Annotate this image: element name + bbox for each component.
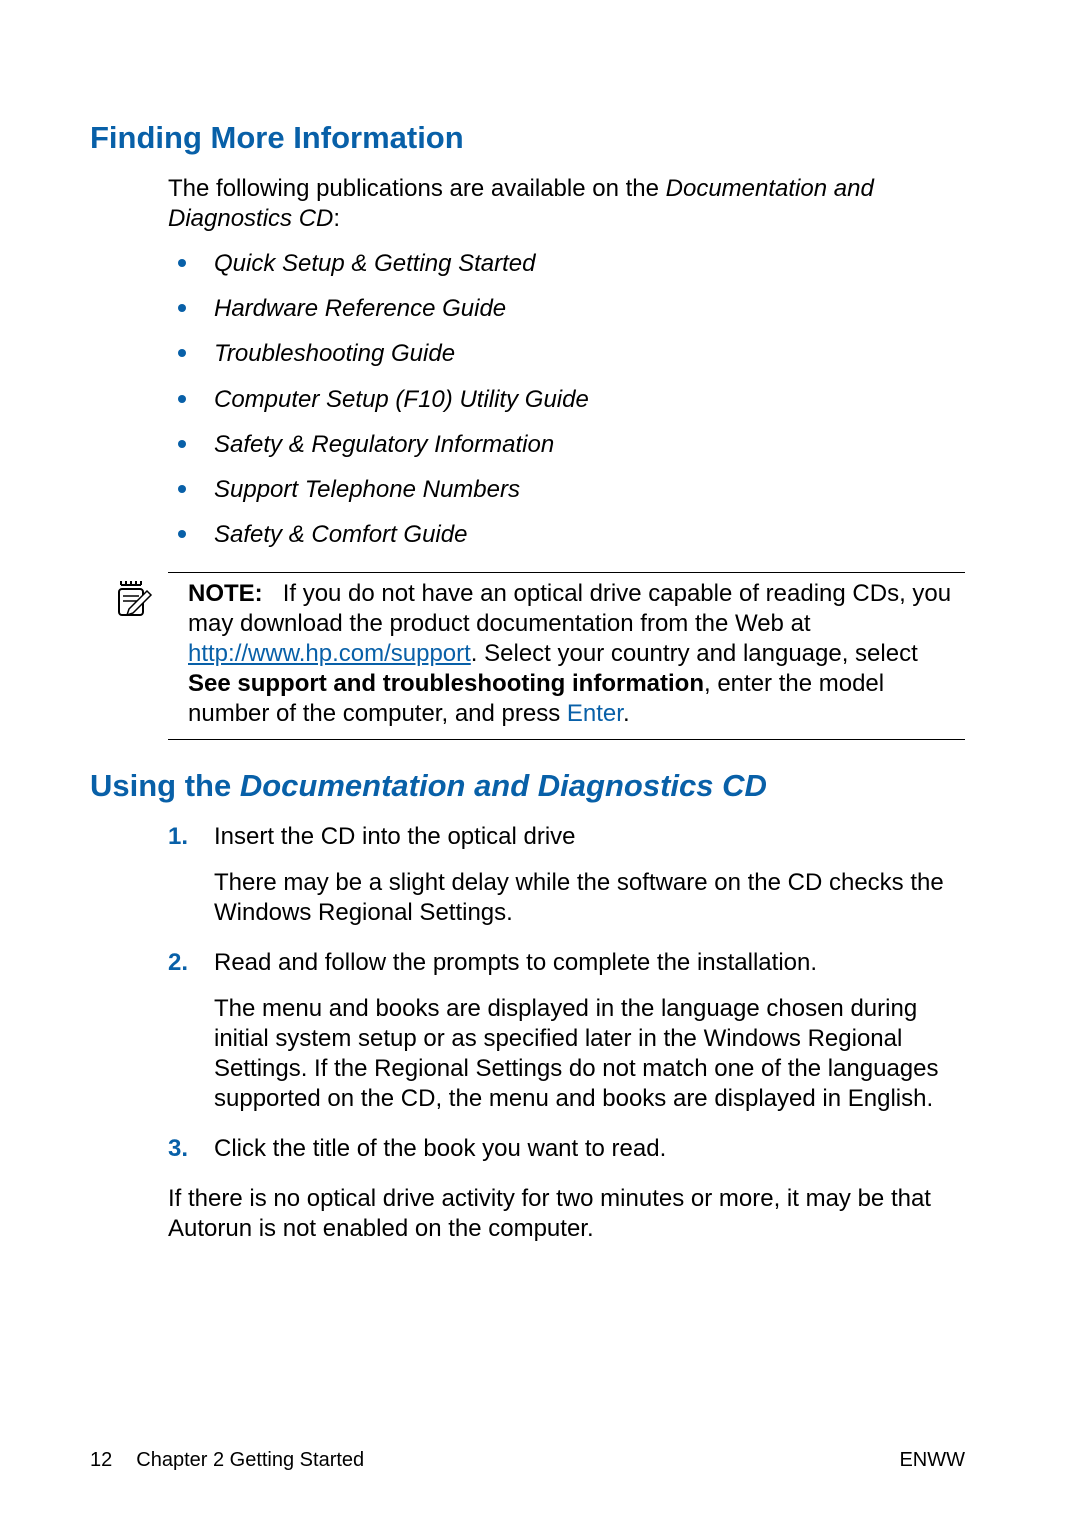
step-item: Read and follow the prompts to complete … — [168, 948, 965, 1114]
heading-using-cd: Using the Documentation and Diagnostics … — [90, 768, 965, 804]
step-sub: There may be a slight delay while the so… — [214, 868, 965, 928]
note-callout: NOTE: If you do not have an optical driv… — [168, 572, 965, 740]
list-item: Troubleshooting Guide — [168, 338, 965, 369]
note-part4: . — [623, 700, 630, 727]
list-item: Quick Setup & Getting Started — [168, 248, 965, 279]
note-part2: . Select your country and language, sele… — [471, 640, 918, 667]
note-enter: Enter — [567, 700, 623, 727]
heading-finding-more-info: Finding More Information — [90, 120, 965, 156]
note-body: NOTE: If you do not have an optical driv… — [188, 579, 965, 729]
heading2-italic: Documentation and Diagnostics CD — [240, 768, 767, 803]
intro-tail: : — [333, 205, 340, 232]
list-item: Safety & Regulatory Information — [168, 429, 965, 460]
page-footer: 12 Chapter 2 Getting Started ENWW — [90, 1449, 965, 1472]
list-item: Hardware Reference Guide — [168, 293, 965, 324]
support-link[interactable]: http://www.hp.com/support — [188, 640, 471, 667]
intro-text: The following publications are available… — [168, 175, 666, 202]
after-list-paragraph: If there is no optical drive activity fo… — [168, 1184, 965, 1244]
publications-list: Quick Setup & Getting Started Hardware R… — [168, 248, 965, 550]
intro-paragraph: The following publications are available… — [168, 174, 965, 234]
step-item: Insert the CD into the optical drive The… — [168, 822, 965, 928]
step-main: Insert the CD into the optical drive — [214, 822, 965, 852]
note-part1: If you do not have an optical drive capa… — [188, 580, 951, 637]
list-item: Safety & Comfort Guide — [168, 519, 965, 550]
step-main: Read and follow the prompts to complete … — [214, 948, 965, 978]
list-item: Support Telephone Numbers — [168, 474, 965, 505]
list-item: Computer Setup (F10) Utility Guide — [168, 384, 965, 415]
step-sub: The menu and books are displayed in the … — [214, 994, 965, 1114]
note-label: NOTE: — [188, 580, 263, 607]
note-icon — [113, 579, 153, 619]
heading2-plain: Using the — [90, 768, 240, 803]
chapter-label: Chapter 2 Getting Started — [136, 1449, 364, 1472]
step-main: Click the title of the book you want to … — [214, 1134, 965, 1164]
footer-lang: ENWW — [899, 1449, 965, 1472]
page-number: 12 — [90, 1449, 112, 1472]
document-page: Finding More Information The following p… — [0, 0, 1080, 1529]
steps-list: Insert the CD into the optical drive The… — [168, 822, 965, 1164]
step-item: Click the title of the book you want to … — [168, 1134, 965, 1164]
note-bold: See support and troubleshooting informat… — [188, 670, 704, 697]
footer-left: 12 Chapter 2 Getting Started — [90, 1449, 364, 1472]
